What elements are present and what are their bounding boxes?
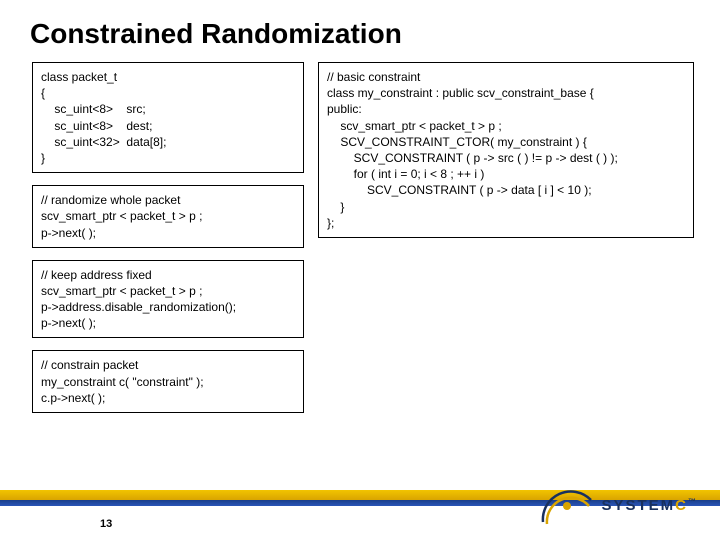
right-column: // basic constraint class my_constraint …	[318, 62, 694, 413]
content-area: class packet_t { sc_uint<8> src; sc_uint…	[0, 50, 720, 413]
logo-text: SYSTEMC™	[601, 497, 696, 514]
logo-tm: ™	[688, 497, 696, 506]
code-box-keep-address-fixed: // keep address fixed scv_smart_ptr < pa…	[32, 260, 304, 339]
systemc-logo: SYSTEMC™	[539, 484, 696, 526]
slide-title: Constrained Randomization	[0, 0, 720, 50]
footer: 13 SYSTEMC™	[0, 484, 720, 540]
code-box-packet-class: class packet_t { sc_uint<8> src; sc_uint…	[32, 62, 304, 173]
logo-text-c: C	[675, 497, 688, 514]
left-column: class packet_t { sc_uint<8> src; sc_uint…	[32, 62, 304, 413]
page-number: 13	[100, 518, 112, 530]
logo-arc-icon	[539, 484, 595, 526]
logo-text-system: SYSTEM	[601, 497, 675, 514]
code-box-basic-constraint: // basic constraint class my_constraint …	[318, 62, 694, 238]
code-box-randomize-whole: // randomize whole packet scv_smart_ptr …	[32, 185, 304, 248]
code-box-constrain-packet: // constrain packet my_constraint c( "co…	[32, 350, 304, 413]
